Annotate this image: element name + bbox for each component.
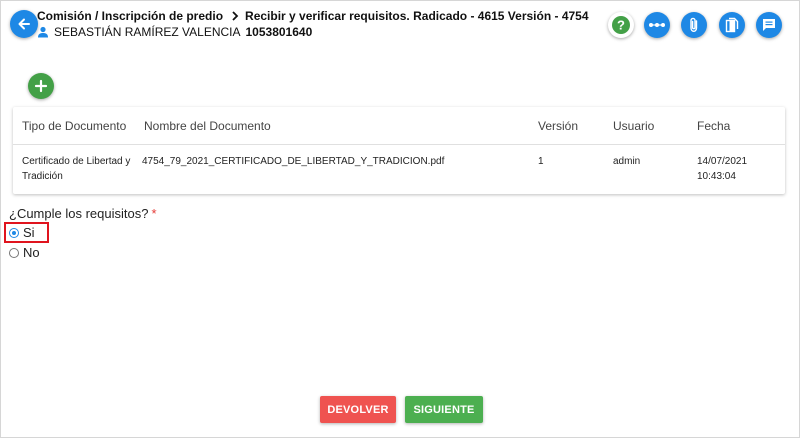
page-frame: Comisión / Inscripción de predio Recibir… (0, 0, 800, 438)
breadcrumb: Comisión / Inscripción de predio Recibir… (37, 9, 589, 23)
column-header-tipo[interactable]: Tipo de Documento (22, 119, 126, 133)
user-info: SEBASTIÁN RAMÍREZ VALENCIA 1053801640 (37, 25, 312, 39)
return-button[interactable]: DEVOLVER (320, 396, 396, 423)
question-label: ¿Cumple los requisitos? (9, 206, 149, 221)
radio-option-si[interactable]: Si (9, 225, 35, 240)
help-button[interactable]: ? (608, 12, 634, 38)
cell-fecha-time: 10:43:04 (697, 171, 736, 182)
cell-nombre[interactable]: 4754_79_2021_CERTIFICADO_DE_LIBERTAD_Y_T… (142, 154, 444, 169)
radio-si[interactable] (9, 227, 19, 238)
cell-tipo-line1: Certificado de Libertad y (22, 156, 131, 167)
user-id: 1053801640 (245, 25, 313, 39)
back-button[interactable] (10, 10, 38, 38)
more-horizontal-icon (649, 23, 665, 27)
requirements-question: ¿Cumple los requisitos? * (9, 206, 157, 221)
attachment-button[interactable] (681, 12, 707, 38)
svg-text:?: ? (617, 18, 625, 33)
column-header-nombre[interactable]: Nombre del Documento (144, 119, 271, 133)
radio-option-no[interactable]: No (9, 245, 40, 260)
column-header-usuario[interactable]: Usuario (613, 119, 654, 133)
breadcrumb-current: Recibir y verificar requisitos. Radicado… (245, 9, 589, 23)
required-mark: * (151, 206, 157, 221)
cell-fecha: 14/07/2021 10:43:04 (697, 154, 747, 184)
radio-no-label: No (23, 245, 40, 260)
comment-button[interactable] (756, 12, 782, 38)
arrow-left-icon (18, 18, 30, 30)
chevron-right-icon (231, 11, 239, 21)
cell-fecha-date: 14/07/2021 (697, 156, 748, 167)
more-button[interactable] (644, 12, 670, 38)
radio-no[interactable] (9, 247, 19, 258)
plus-icon (34, 79, 48, 93)
column-header-version[interactable]: Versión (538, 119, 578, 133)
breadcrumb-path: Comisión / Inscripción de predio (37, 9, 224, 23)
add-document-button[interactable] (28, 73, 54, 99)
documents-table: Tipo de Documento Nombre del Documento V… (13, 107, 785, 194)
user-name: SEBASTIÁN RAMÍREZ VALENCIA (54, 25, 241, 39)
cell-usuario: admin (613, 156, 641, 167)
cell-version: 1 (538, 156, 544, 167)
help-icon: ? (612, 16, 630, 34)
column-header-fecha[interactable]: Fecha (697, 119, 730, 133)
radio-si-label: Si (23, 225, 35, 240)
document-button[interactable] (719, 12, 745, 38)
cell-tipo: Certificado de Libertad y Tradición (22, 154, 130, 184)
next-button[interactable]: SIGUIENTE (405, 396, 483, 423)
attachment-icon (690, 17, 698, 33)
person-icon (37, 26, 49, 38)
comment-icon (763, 19, 775, 31)
cell-tipo-line2: Tradición (22, 171, 63, 182)
document-icon (725, 17, 739, 33)
table-header: Tipo de Documento Nombre del Documento V… (13, 107, 785, 145)
